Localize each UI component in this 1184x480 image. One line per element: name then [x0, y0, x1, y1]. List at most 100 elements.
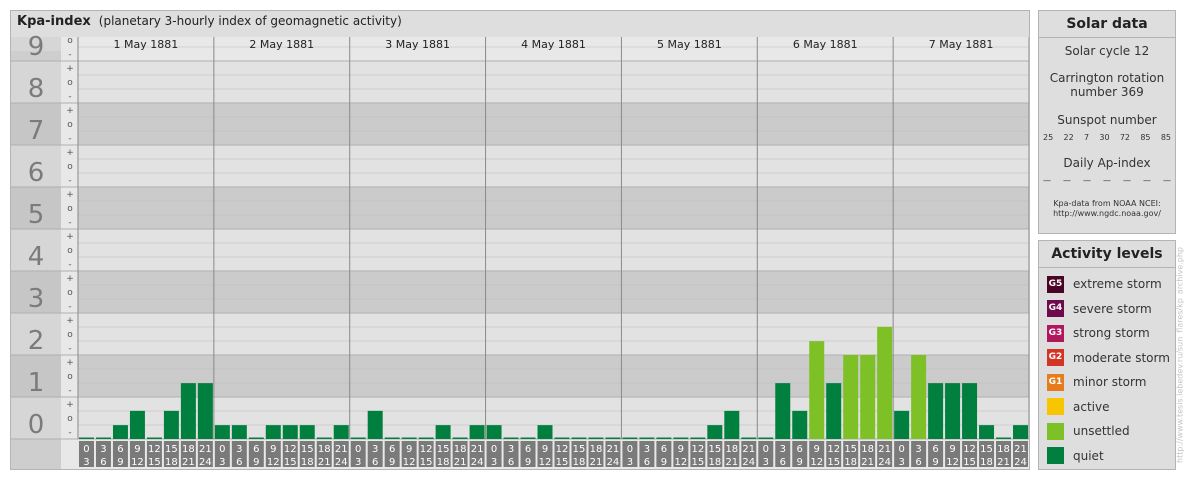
kp-bar [860, 355, 876, 439]
interval-end-label: 18 [437, 457, 450, 468]
source-link[interactable]: http://www.ngdc.noaa.gov/ [1039, 209, 1175, 219]
sunspot-value: 30 [1099, 133, 1110, 142]
kp-bar [877, 326, 893, 439]
interval-end-label: 15 [827, 457, 840, 468]
interval-end-label: 24 [607, 457, 620, 468]
interval-end-label: 3 [491, 457, 497, 468]
interval-end-label: 21 [454, 457, 467, 468]
interval-end-label: 21 [997, 457, 1010, 468]
y-minor-tick: - [68, 386, 71, 396]
plot-level-band [78, 145, 1029, 187]
y-minor-tick: - [68, 134, 71, 144]
interval-start-label: 3 [780, 444, 786, 455]
level-g3: G3 strong storm [1039, 321, 1175, 346]
interval-end-label: 18 [573, 457, 586, 468]
kp-bar [197, 383, 213, 439]
kp-bar [673, 437, 689, 439]
kp-bar [588, 437, 604, 439]
kp-bar [265, 425, 281, 439]
kp-bar [163, 410, 179, 439]
interval-end-label: 18 [301, 457, 314, 468]
interval-start-label: 3 [915, 444, 921, 455]
interval-start-label: 0 [83, 444, 89, 455]
kp-bar [367, 410, 383, 439]
interval-start-label: 18 [318, 444, 331, 455]
interval-start-label: 15 [301, 444, 314, 455]
sunspot-value: 85 [1160, 133, 1171, 142]
plot-level-band [78, 229, 1029, 271]
interval-start-label: 21 [199, 444, 212, 455]
activity-levels-title: Activity levels [1039, 241, 1175, 268]
ap-value: — [1163, 176, 1171, 185]
ap-index-label: Daily Ap-index [1063, 156, 1151, 170]
carrington-line-1: Carrington rotation [1049, 71, 1165, 85]
ap-value: — [1123, 176, 1131, 185]
kp-bar [384, 437, 400, 439]
kp-bar [792, 410, 808, 439]
interval-start-label: 9 [542, 444, 548, 455]
interval-end-label: 6 [508, 457, 514, 468]
kp-bar [809, 341, 825, 439]
ap-value: — [1063, 176, 1071, 185]
y-tick-label: 5 [28, 200, 45, 230]
y-minor-tick: - [68, 176, 71, 186]
kp-bar [469, 425, 485, 439]
day-label: 5 May 1881 [657, 38, 722, 51]
kp-bar [79, 437, 94, 439]
interval-start-label: 3 [236, 444, 242, 455]
interval-end-label: 3 [83, 457, 89, 468]
interval-start-label: 6 [661, 444, 667, 455]
interval-end-label: 9 [525, 457, 531, 468]
interval-start-label: 15 [573, 444, 586, 455]
interval-end-label: 9 [389, 457, 395, 468]
watermark-text: http://www.tesis.lebedev.ru/sun_flares/k… [1175, 247, 1184, 463]
activity-levels-list: G5 extreme storm G4 severe storm G3 strong … [1039, 268, 1175, 468]
interval-end-label: 21 [318, 457, 331, 468]
y-minor-tick: o [67, 78, 73, 88]
level-g5: G5 extreme storm [1039, 272, 1175, 297]
interval-end-label: 21 [182, 457, 195, 468]
interval-start-label: 21 [335, 444, 348, 455]
interval-end-label: 3 [355, 457, 361, 468]
y-minor-tick: + [66, 358, 74, 368]
level-swatch: G4 [1047, 300, 1064, 318]
y-tick-label: 4 [28, 242, 45, 272]
level-swatch: G3 [1047, 324, 1064, 342]
kp-bar [231, 425, 247, 439]
interval-end-label: 18 [980, 457, 993, 468]
interval-end-label: 12 [674, 457, 687, 468]
interval-start-label: 3 [100, 444, 106, 455]
interval-end-label: 9 [117, 457, 123, 468]
carrington-rotation: Carrington rotation number 369 [1039, 71, 1175, 99]
ap-value: — [1083, 176, 1091, 185]
interval-end-label: 12 [131, 457, 144, 468]
level-active: active [1039, 395, 1175, 420]
level-swatch: G1 [1047, 373, 1064, 391]
interval-start-label: 18 [997, 444, 1010, 455]
level-g2: G2 moderate storm [1039, 346, 1175, 371]
y-tick-label: 8 [28, 74, 45, 104]
interval-start-label: 6 [932, 444, 938, 455]
kp-bar [843, 355, 859, 439]
y-minor-tick: o [67, 330, 73, 340]
kp-bar [724, 410, 740, 439]
interval-end-label: 3 [898, 457, 904, 468]
y-minor-tick: o [67, 288, 73, 298]
y-minor-tick: - [68, 302, 71, 312]
interval-end-label: 12 [946, 457, 959, 468]
kp-bar [656, 437, 672, 439]
y-tick-label: 7 [28, 116, 45, 146]
interval-end-label: 6 [236, 457, 242, 468]
sunspot-value: 7 [1083, 133, 1090, 142]
kp-bar [945, 383, 961, 439]
level-unsettled: unsettled [1039, 419, 1175, 444]
y-minor-tick: + [66, 64, 74, 74]
carrington-line-2: number 369 [1070, 85, 1144, 99]
plot-level-band [78, 187, 1029, 229]
kp-bar [435, 425, 451, 439]
ap-value: — [1103, 176, 1111, 185]
interval-start-label: 9 [678, 444, 684, 455]
sunspot-values: 25 22 7 30 72 85 85 [1039, 133, 1175, 142]
interval-end-label: 3 [763, 457, 769, 468]
ap-value: — [1043, 176, 1051, 185]
